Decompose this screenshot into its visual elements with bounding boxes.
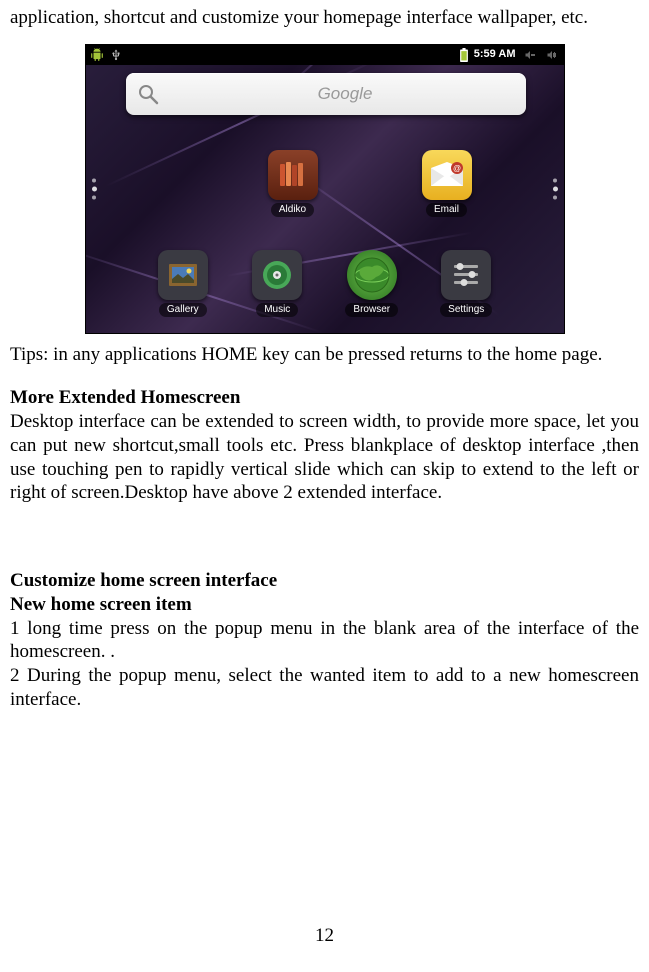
settings-icon: [441, 250, 491, 300]
section-more-extended-head: More Extended Homescreen: [10, 386, 639, 410]
aldiko-icon: [268, 150, 318, 200]
svg-text:@: @: [452, 164, 460, 173]
app-label: Browser: [345, 303, 398, 318]
search-bar[interactable]: Google: [126, 73, 526, 115]
app-label: Settings: [440, 303, 492, 318]
volume-up-icon: [544, 49, 560, 61]
intro-text: application, shortcut and customize your…: [10, 6, 639, 30]
app-label: Aldiko: [271, 203, 314, 218]
app-gallery[interactable]: Gallery: [143, 250, 223, 318]
app-label: Email: [426, 203, 467, 218]
section-newitem-sub: New home screen item: [10, 593, 639, 617]
page-number: 12: [0, 924, 649, 948]
step-2: 2 During the popup menu, select the want…: [10, 664, 639, 712]
app-label: Gallery: [159, 303, 207, 318]
usb-icon: [110, 49, 122, 61]
android-icon: [90, 48, 104, 62]
email-icon: @: [422, 150, 472, 200]
status-time: 5:59 AM: [474, 48, 516, 62]
search-icon: [136, 82, 160, 106]
app-music[interactable]: Music: [237, 250, 317, 318]
pager-right[interactable]: [553, 178, 558, 199]
search-placeholder: Google: [168, 83, 523, 104]
volume-down-icon: [522, 49, 538, 61]
pager-left[interactable]: [92, 178, 97, 199]
app-settings[interactable]: Settings: [426, 250, 506, 318]
app-aldiko[interactable]: Aldiko: [253, 150, 333, 218]
music-icon: [252, 250, 302, 300]
status-bar: 5:59 AM: [86, 45, 564, 65]
section-more-extended-body: Desktop interface can be extended to scr…: [10, 410, 639, 505]
home-screen-screenshot: 5:59 AM Google: [85, 44, 565, 334]
battery-icon: [460, 48, 468, 62]
app-label: Music: [256, 303, 298, 318]
step-1: 1 long time press on the popup menu in t…: [10, 617, 639, 665]
app-browser[interactable]: Browser: [332, 250, 412, 318]
tips-text: Tips: in any applications HOME key can b…: [10, 343, 639, 367]
gallery-icon: [158, 250, 208, 300]
section-customize-head: Customize home screen interface: [10, 569, 639, 593]
screenshot-container: 5:59 AM Google: [10, 44, 639, 341]
app-email[interactable]: @ Email: [407, 150, 487, 218]
browser-icon: [347, 250, 397, 300]
